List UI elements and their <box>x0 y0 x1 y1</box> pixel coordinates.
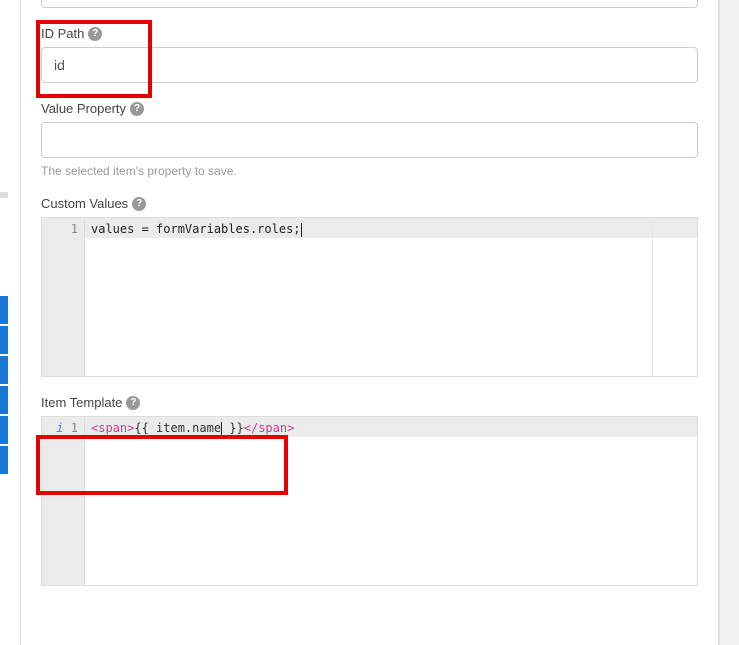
left-accent <box>0 446 8 474</box>
value-property-label: Value Property ? <box>41 101 698 116</box>
line-number: 1 <box>71 421 78 435</box>
left-accent <box>0 326 8 354</box>
label-text: Item Template <box>41 395 122 410</box>
left-accent <box>0 386 8 414</box>
editor-body[interactable]: values = formVariables.roles; <box>85 218 697 376</box>
left-accent <box>0 356 8 384</box>
highlight-box-item-template <box>36 435 288 495</box>
left-divider <box>0 192 8 198</box>
help-icon[interactable]: ? <box>130 102 144 116</box>
code-text: values = formVariables.roles; <box>91 222 301 236</box>
previous-field-bottom <box>41 0 698 8</box>
tag-open: <span> <box>91 421 134 435</box>
left-rail-strip <box>0 0 8 645</box>
value-property-help: The selected item's property to save. <box>41 164 698 178</box>
item-template-label: Item Template ? <box>41 395 698 410</box>
print-margin <box>652 218 653 376</box>
left-accent <box>0 296 8 324</box>
custom-values-editor[interactable]: 1 values = formVariables.roles; <box>41 217 698 377</box>
editor-gutter: 1 <box>42 218 85 376</box>
line-number: 1 <box>42 220 78 238</box>
label-text: Value Property <box>41 101 126 116</box>
value-property-input[interactable] <box>41 122 698 158</box>
right-scrollbar-rail[interactable] <box>719 0 739 645</box>
custom-values-group: Custom Values ? 1 values = formVariables… <box>41 196 698 377</box>
cursor <box>301 223 302 237</box>
expr: {{ item.name <box>134 421 221 435</box>
custom-values-label: Custom Values ? <box>41 196 698 211</box>
highlight-box-id-path <box>36 20 152 98</box>
help-icon[interactable]: ? <box>132 197 146 211</box>
label-text: Custom Values <box>41 196 128 211</box>
tag-close: </span> <box>244 421 295 435</box>
value-property-group: Value Property ? The selected item's pro… <box>41 101 698 178</box>
left-accent <box>0 416 8 444</box>
expr-end: }} <box>222 421 244 435</box>
help-icon[interactable]: ? <box>126 396 140 410</box>
